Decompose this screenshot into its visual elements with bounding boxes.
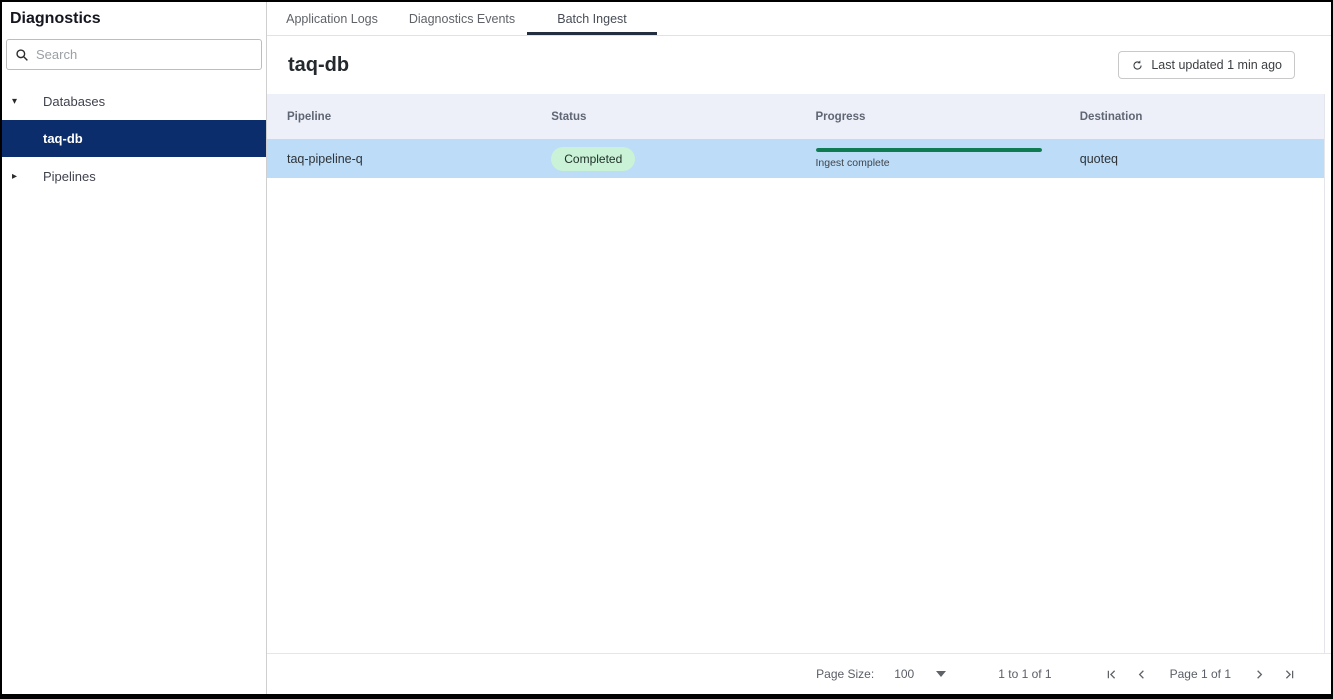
page-indicator-text: Page 1 of 1 (1169, 667, 1231, 681)
table-row[interactable]: taq-pipeline-q Completed Ingest complete… (267, 139, 1324, 178)
progress-bar (815, 148, 1042, 152)
search-icon (15, 48, 29, 62)
table-header-row: Pipeline Status Progress Destination (267, 94, 1324, 139)
progress-label: Ingest complete (815, 157, 890, 169)
main-panel: Application Logs Diagnostics Events Batc… (267, 2, 1331, 694)
column-header-status: Status (551, 110, 587, 123)
last-page-button[interactable] (1277, 662, 1301, 686)
column-header-destination: Destination (1079, 110, 1143, 123)
sidebar-item-taq-db[interactable]: taq-db (2, 120, 266, 157)
page-size-group: Page Size: 100 (816, 667, 947, 681)
progress-bar-fill (815, 148, 1042, 152)
progress-cell: Ingest complete (815, 148, 1060, 169)
tab-application-logs[interactable]: Application Logs (267, 2, 397, 35)
page-size-select[interactable]: 100 (894, 667, 947, 681)
app-window: Diagnostics ▾ Databases taq-db ▸ Pipelin… (0, 0, 1333, 699)
sidebar-tree: ▾ Databases taq-db ▸ Pipelines (2, 78, 266, 191)
next-page-button[interactable] (1247, 662, 1271, 686)
destination-cell: quoteq (1079, 151, 1118, 166)
page-title: taq-db (288, 53, 350, 76)
sidebar: Diagnostics ▾ Databases taq-db ▸ Pipelin… (2, 2, 267, 694)
status-badge: Completed (551, 146, 636, 171)
column-header-progress: Progress (815, 110, 866, 123)
first-page-button[interactable] (1100, 662, 1124, 686)
pagination-nav: Page 1 of 1 (1100, 662, 1301, 686)
title-row: taq-db Last updated 1 min ago (267, 36, 1331, 94)
prev-page-button[interactable] (1130, 662, 1154, 686)
tab-batch-ingest[interactable]: Batch Ingest (527, 2, 657, 35)
tab-label: Batch Ingest (557, 11, 627, 26)
column-header-pipeline: Pipeline (287, 110, 332, 123)
sidebar-item-databases[interactable]: ▾ Databases (2, 86, 266, 116)
page-size-value: 100 (894, 667, 915, 681)
search-input[interactable] (36, 47, 253, 62)
chevron-right-icon (1252, 667, 1267, 682)
pagination-bar: Page Size: 100 1 to 1 of 1 Page 1 of 1 (267, 653, 1331, 694)
chevron-right-icon[interactable]: ▸ (12, 171, 30, 182)
sidebar-item-label: taq-db (43, 131, 83, 146)
pipeline-cell: taq-pipeline-q (287, 151, 363, 166)
tab-label: Application Logs (286, 11, 378, 26)
sidebar-item-label: Pipelines (43, 168, 96, 184)
refresh-icon (1131, 59, 1144, 72)
pipelines-table: Pipeline Status Progress Destination taq… (267, 94, 1325, 653)
sidebar-item-label: Databases (43, 93, 106, 109)
tab-label: Diagnostics Events (408, 11, 516, 26)
tab-bar: Application Logs Diagnostics Events Batc… (267, 2, 1331, 36)
table-body-empty (267, 178, 1324, 653)
last-page-icon (1282, 667, 1297, 682)
tab-diagnostics-events[interactable]: Diagnostics Events (397, 2, 527, 35)
sidebar-item-pipelines[interactable]: ▸ Pipelines (2, 161, 266, 191)
chevron-left-icon (1134, 667, 1149, 682)
first-page-icon (1104, 667, 1119, 682)
sidebar-title: Diagnostics (10, 10, 101, 27)
search-box[interactable] (6, 39, 262, 70)
chevron-down-icon (936, 671, 947, 677)
refresh-button[interactable]: Last updated 1 min ago (1118, 51, 1295, 79)
row-range-text: 1 to 1 of 1 (998, 667, 1052, 681)
chevron-down-icon[interactable]: ▾ (12, 96, 30, 107)
page-size-label: Page Size: (816, 667, 875, 681)
refresh-button-label: Last updated 1 min ago (1151, 58, 1282, 72)
